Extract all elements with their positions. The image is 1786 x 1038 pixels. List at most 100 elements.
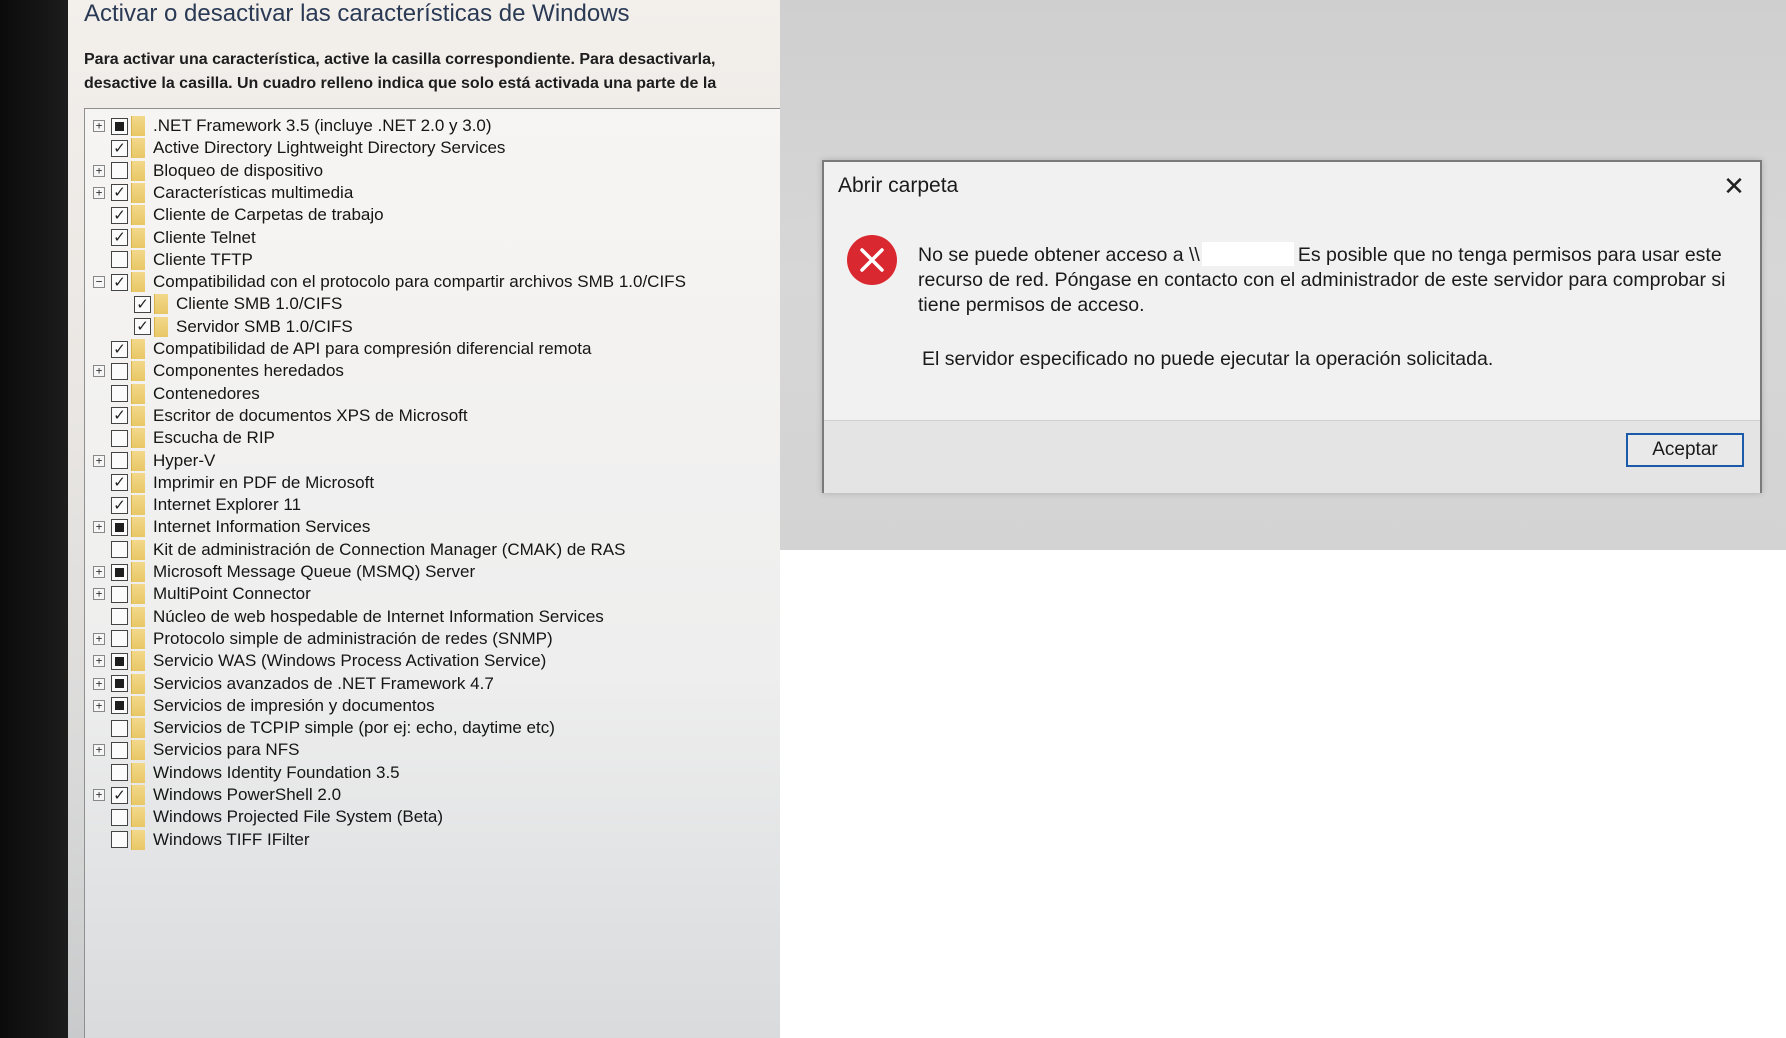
close-icon[interactable]: ✕ [1720, 172, 1748, 200]
feature-row[interactable]: ✓ Internet Explorer 11 [93, 494, 301, 516]
expand-icon[interactable]: + [93, 677, 105, 690]
feature-checkbox[interactable]: ✓ [111, 184, 128, 202]
expand-icon[interactable]: + [93, 744, 105, 757]
feature-checkbox[interactable] [111, 741, 128, 759]
feature-label: Contenedores [153, 383, 260, 403]
feature-row[interactable]: Cliente TFTP [93, 249, 253, 271]
feature-row[interactable]: ✓ Cliente Telnet [93, 227, 256, 249]
feature-checkbox[interactable]: ✓ [111, 340, 128, 358]
expand-icon[interactable]: + [93, 164, 105, 177]
feature-checkbox[interactable] [111, 719, 128, 737]
feature-row[interactable]: + .NET Framework 3.5 (incluye .NET 2.0 y … [93, 115, 492, 137]
feature-row[interactable]: Windows Identity Foundation 3.5 [93, 762, 400, 784]
feature-row[interactable]: + Bloqueo de dispositivo [93, 160, 323, 182]
feature-checkbox[interactable] [111, 251, 128, 269]
features-tree: + .NET Framework 3.5 (incluye .NET 2.0 y … [84, 108, 780, 1038]
feature-checkbox[interactable] [111, 585, 128, 603]
folder-icon [131, 762, 145, 783]
feature-row[interactable]: + Internet Information Services [93, 516, 370, 538]
expand-icon[interactable]: + [93, 120, 105, 132]
feature-row[interactable]: − ✓ Compatibilidad con el protocolo para c… [93, 271, 686, 293]
feature-row[interactable]: ✓ Cliente de Carpetas de trabajo [93, 204, 384, 226]
feature-checkbox[interactable]: ✓ [111, 139, 128, 157]
feature-row[interactable]: Kit de administración de Connection Mana… [93, 539, 625, 561]
feature-row[interactable]: Núcleo de web hospedable de Internet Inf… [93, 606, 604, 628]
ok-button[interactable]: Aceptar [1626, 433, 1744, 467]
expand-icon[interactable]: + [93, 566, 105, 578]
expand-icon[interactable]: + [93, 655, 105, 668]
feature-row[interactable]: + Servicios avanzados de .NET Framework 4… [93, 673, 494, 695]
expand-icon[interactable]: + [93, 521, 105, 534]
feature-row[interactable]: Escucha de RIP [93, 427, 275, 449]
feature-checkbox[interactable] [111, 117, 128, 135]
feature-row[interactable]: ✓ Imprimir en PDF de Microsoft [93, 472, 374, 494]
feature-checkbox[interactable]: ✓ [111, 474, 128, 492]
feature-checkbox[interactable] [111, 652, 128, 670]
feature-row[interactable]: Servicios de TCPIP simple (por ej: echo,… [93, 717, 555, 739]
feature-checkbox[interactable]: ✓ [111, 206, 128, 224]
feature-checkbox[interactable]: ✓ [134, 295, 151, 313]
folder-icon [131, 539, 145, 560]
expand-icon[interactable]: + [93, 789, 105, 801]
feature-checkbox[interactable] [111, 630, 128, 648]
feature-row[interactable]: + Servicios de impresión y documentos [93, 695, 435, 717]
feature-checkbox[interactable] [111, 764, 128, 782]
feature-checkbox[interactable]: ✓ [111, 229, 128, 246]
expand-icon[interactable]: + [93, 186, 105, 199]
feature-row[interactable]: + Microsoft Message Queue (MSMQ) Server [93, 561, 475, 583]
feature-checkbox[interactable] [111, 808, 128, 826]
expand-icon[interactable]: + [93, 632, 105, 645]
feature-label: Servicios de impresión y documentos [153, 695, 435, 715]
feature-row[interactable]: + ✓ Características multimedia [93, 182, 353, 204]
feature-checkbox[interactable] [111, 541, 128, 559]
feature-checkbox[interactable] [111, 697, 128, 715]
feature-row[interactable]: ✓ Compatibilidad de API para compresión d… [93, 338, 591, 360]
feature-row[interactable]: + Hyper-V [93, 450, 215, 472]
feature-checkbox[interactable] [111, 831, 128, 849]
folder-icon [131, 695, 145, 716]
dialog-title: Abrir carpeta [838, 174, 959, 197]
feature-row[interactable]: ✓ Servidor SMB 1.0/CIFS [116, 316, 353, 338]
expand-icon[interactable]: + [93, 365, 105, 378]
feature-checkbox[interactable]: ✓ [111, 273, 128, 291]
feature-checkbox[interactable] [111, 563, 128, 581]
feature-row[interactable]: ✓ Cliente SMB 1.0/CIFS [116, 293, 342, 315]
feature-row[interactable]: + Servicios para NFS [93, 739, 299, 761]
feature-row[interactable]: ✓ Active Directory Lightweight Directory … [93, 137, 505, 159]
feature-row[interactable]: ✓ Escritor de documentos XPS de Microsoft [93, 405, 468, 427]
dialog-detail: El servidor especificado no puede ejecut… [922, 348, 1494, 370]
feature-row[interactable]: + ✓ Windows PowerShell 2.0 [93, 784, 341, 806]
feature-row[interactable]: Windows TIFF IFilter [93, 829, 309, 851]
feature-label: .NET Framework 3.5 (incluye .NET 2.0 y 3… [153, 116, 492, 135]
expand-icon[interactable]: + [93, 588, 105, 601]
feature-checkbox[interactable] [111, 452, 128, 469]
feature-row[interactable]: Windows Projected File System (Beta) [93, 806, 443, 828]
folder-icon [131, 405, 145, 426]
collapse-icon[interactable]: − [93, 276, 105, 289]
feature-checkbox[interactable]: ✓ [111, 407, 128, 425]
error-icon [847, 235, 897, 285]
feature-checkbox[interactable] [111, 518, 128, 536]
feature-row[interactable]: + Protocolo simple de administración de r… [93, 628, 553, 650]
feature-checkbox[interactable]: ✓ [134, 318, 151, 336]
feature-checkbox[interactable] [111, 429, 128, 447]
folder-icon [131, 272, 145, 293]
feature-checkbox[interactable] [111, 162, 128, 180]
feature-checkbox[interactable]: ✓ [111, 786, 128, 804]
feature-checkbox[interactable] [111, 675, 128, 692]
feature-row[interactable]: + Componentes heredados [93, 360, 344, 382]
feature-checkbox[interactable]: ✓ [111, 496, 128, 514]
feature-checkbox[interactable] [111, 362, 128, 380]
feature-row[interactable]: + MultiPoint Connector [93, 583, 311, 605]
feature-checkbox[interactable] [111, 385, 128, 403]
expand-icon[interactable]: + [93, 454, 105, 467]
expand-icon[interactable]: + [93, 699, 105, 712]
feature-checkbox[interactable] [111, 608, 128, 626]
feature-row[interactable]: Contenedores [93, 383, 260, 405]
message-prefix: No se puede obtener acceso a \\ [918, 244, 1200, 266]
feature-row[interactable]: + Servicio WAS (Windows Process Activatio… [93, 650, 546, 672]
